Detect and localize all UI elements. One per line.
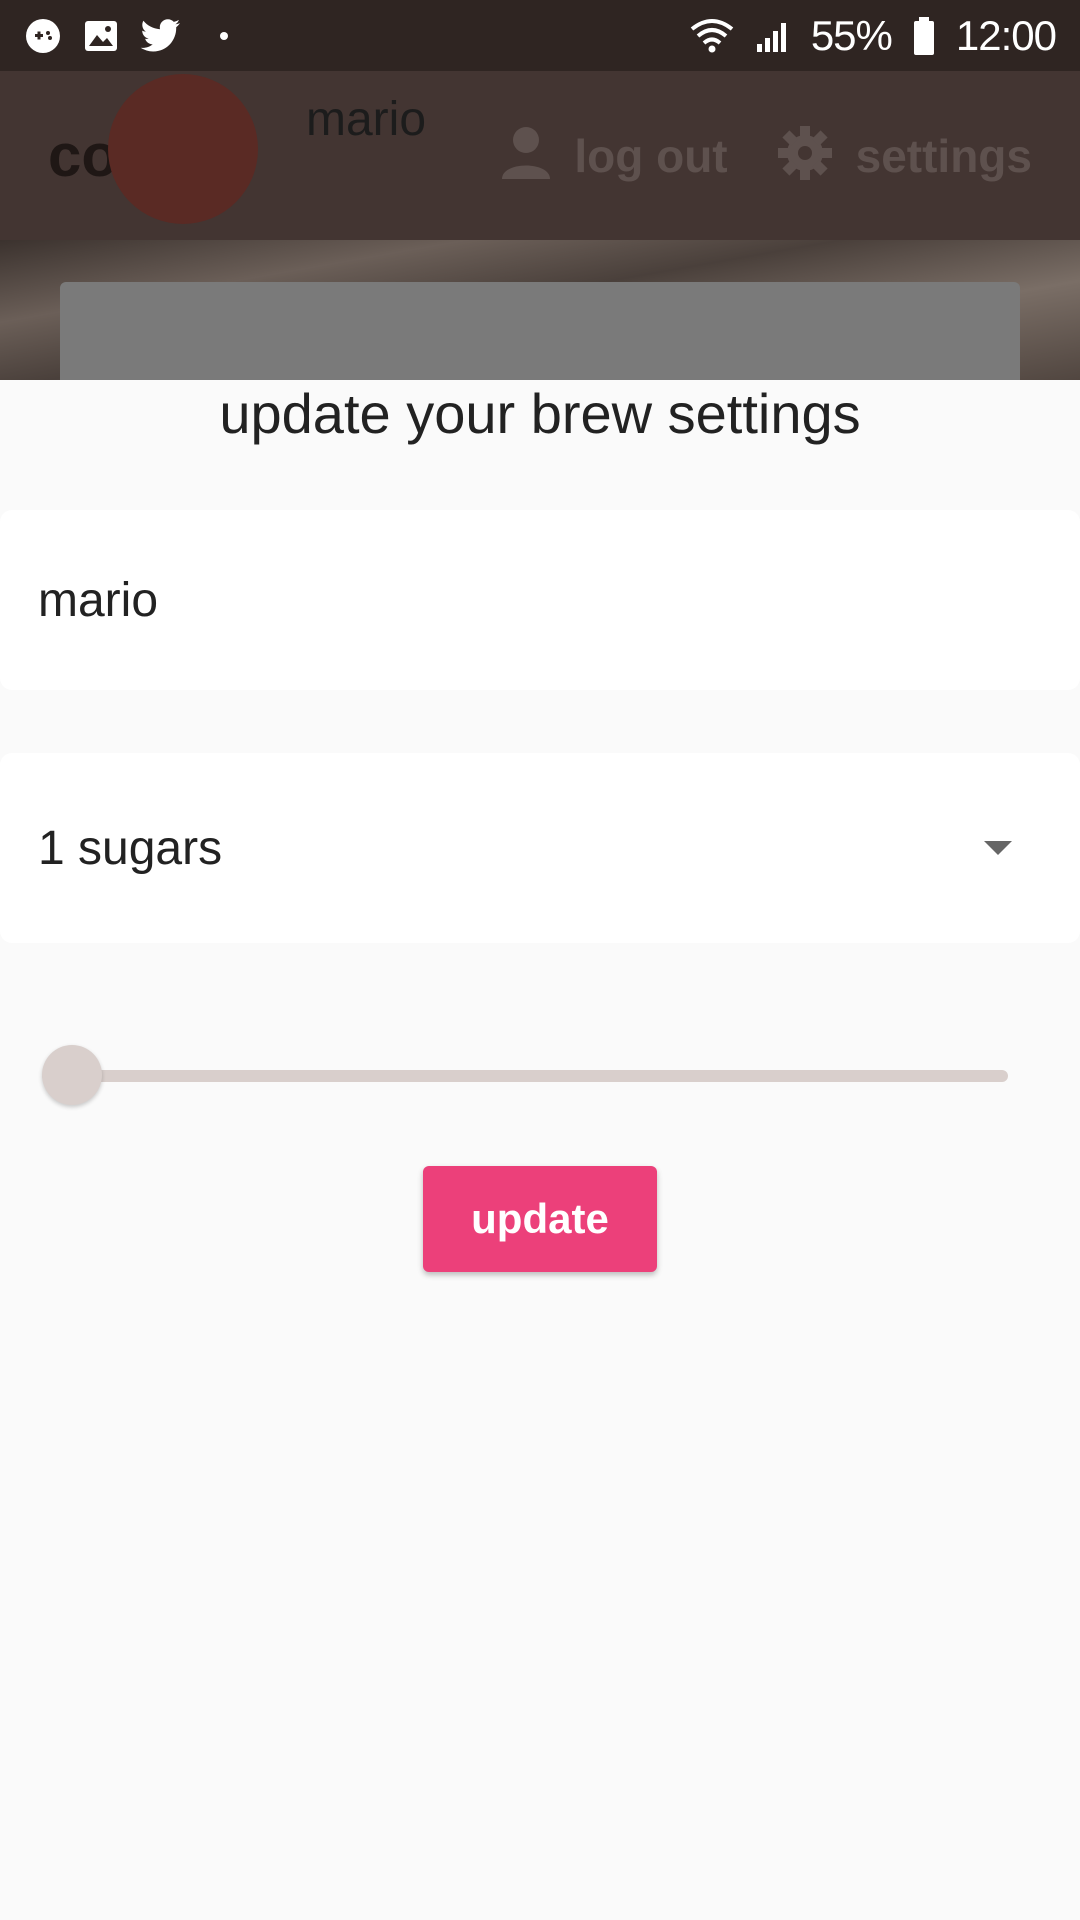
status-bar-right: 55% 12:00: [689, 11, 1057, 60]
chevron-down-icon: [984, 841, 1012, 855]
clock: 12:00: [955, 11, 1057, 59]
twitter-icon: [140, 18, 182, 54]
background-image: [0, 240, 1080, 380]
avatar: [108, 74, 258, 224]
status-bar-left: [24, 17, 228, 55]
image-icon: [82, 17, 120, 55]
logout-button[interactable]: log out: [500, 125, 728, 186]
sugar-select[interactable]: 1 sugars: [0, 753, 1080, 943]
brew-card-name: mario: [306, 93, 427, 146]
settings-button[interactable]: settings: [776, 124, 1032, 187]
signal-icon: [755, 18, 791, 54]
name-field[interactable]: mario: [0, 510, 1080, 690]
status-bar: 55% 12:00: [0, 0, 1080, 71]
battery-percent: 55%: [810, 11, 893, 59]
notification-dot-icon: [220, 31, 228, 40]
name-field-value: mario: [38, 573, 159, 627]
gear-icon: [776, 124, 834, 187]
strength-slider[interactable]: [42, 1045, 1010, 1105]
screen: 55% 12:00 coffee log out: [0, 0, 1080, 1920]
settings-sheet: update your brew settings mario 1 sugars…: [0, 380, 1080, 1920]
slider-thumb[interactable]: [42, 1045, 102, 1105]
battery-icon: [912, 16, 936, 56]
wifi-icon: [689, 17, 735, 55]
update-button[interactable]: update: [423, 1166, 657, 1272]
game-icon: [24, 17, 62, 55]
slider-track: [42, 1070, 1008, 1082]
person-icon: [500, 125, 552, 186]
sugar-select-value: 1 sugars: [38, 821, 223, 875]
brew-card: [60, 282, 1020, 380]
sheet-title: update your brew settings: [219, 382, 861, 445]
logout-label: log out: [574, 129, 728, 182]
settings-label: settings: [855, 129, 1032, 182]
